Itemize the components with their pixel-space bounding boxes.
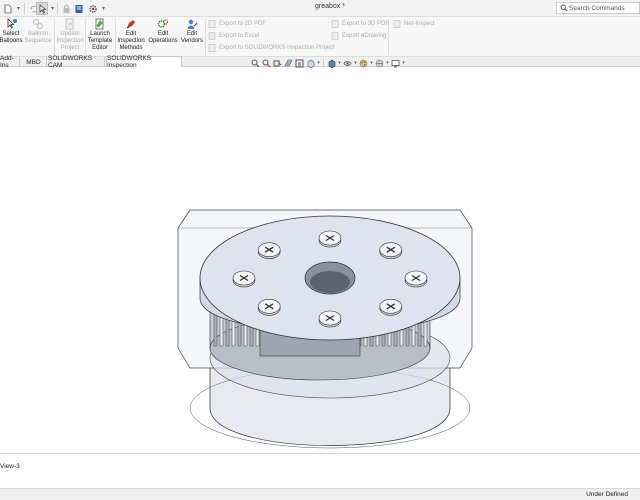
tab-add-ins[interactable]: Add-Ins (0, 55, 20, 69)
lock-icon[interactable] (59, 2, 73, 15)
toolbar-separator (57, 3, 58, 14)
select-tool-icon[interactable] (36, 2, 48, 15)
view-tab-view-3[interactable]: View-3 (0, 463, 20, 470)
toolbar-separator (24, 3, 25, 14)
new-dropdown-arrow[interactable]: ▾ (15, 2, 22, 15)
export-excel-label: Export to Excel (219, 33, 260, 39)
pdf-2d-icon (207, 20, 216, 28)
template-editor-icon (93, 18, 107, 30)
launch-template-editor-label: Launch Template Editor (87, 31, 113, 51)
excel-icon (207, 32, 216, 40)
export-inspection-project-button[interactable]: Export to SOLIDWORKS Inspection Project (207, 43, 335, 53)
screw-head (379, 298, 403, 316)
edit-operations-icon (156, 18, 170, 30)
inspection-project-icon (207, 44, 216, 52)
tab-solidworks-inspection[interactable]: SOLIDWORKS Inspection (106, 55, 182, 69)
screw-head (257, 298, 281, 316)
hide-show-items-icon[interactable] (342, 58, 353, 69)
export-excel-button[interactable]: Export to Excel (207, 31, 259, 41)
options-gear-icon[interactable] (86, 2, 100, 15)
gearbox-model[interactable] (170, 198, 480, 478)
edit-vendors-label: Edit Vendors (180, 31, 204, 44)
export-3d-pdf-button[interactable]: Export to 3D PDF (330, 19, 389, 29)
view-orientation-icon[interactable] (305, 58, 316, 69)
export-3d-pdf-label: Export to 3D PDF (342, 21, 390, 27)
dynamic-annotation-icon[interactable] (294, 58, 305, 69)
export-2d-pdf-label: Export to 2D PDF (219, 21, 267, 27)
balloon-sequence-button[interactable]: Balloon Sequence (24, 17, 52, 56)
document-title: greabox * (315, 3, 345, 10)
update-inspection-project-label: Update Inspection Project (56, 31, 84, 51)
options-dropdown-arrow[interactable]: ▾ (100, 2, 107, 15)
net-inspect-button[interactable]: Net-Inspect (392, 19, 435, 29)
select-balloons-button[interactable]: Select Balloons (0, 17, 23, 56)
ribbon-separator (54, 19, 55, 55)
zoom-to-fit-icon[interactable] (250, 58, 261, 69)
select-balloons-label: Select Balloons (0, 31, 23, 44)
pdf-3d-icon (330, 20, 339, 28)
export-edrawing-label: Export eDrawing (342, 33, 387, 39)
graphics-area[interactable] (0, 68, 640, 453)
edit-inspection-methods-button[interactable]: Edit Inspection Methods (116, 17, 146, 56)
edit-vendors-icon (185, 18, 199, 30)
balloon-sequence-label: Balloon Sequence (24, 31, 52, 44)
view-orientation-dropdown-arrow[interactable]: ▾ (316, 60, 321, 66)
tab-solidworks-cam[interactable]: SOLIDWORKS CAM (48, 55, 105, 69)
view-tabs-bar: View-3 (0, 453, 640, 489)
search-icon (560, 4, 568, 14)
select-dropdown-arrow[interactable]: ▾ (49, 2, 56, 15)
file-properties-icon[interactable] (72, 2, 86, 15)
title-bar: ▾ ▾ ▾ ▾ greabox * Search Commands (0, 0, 640, 17)
section-view-icon[interactable] (283, 58, 294, 69)
export-2d-pdf-button[interactable]: Export to 2D PDF (207, 19, 266, 29)
screw-head (232, 270, 256, 288)
search-commands-input[interactable]: Search Commands (556, 2, 640, 14)
export-edrawing-button[interactable]: Export eDrawing (330, 31, 386, 41)
screw-head (318, 310, 342, 328)
screw-head (257, 242, 281, 260)
command-manager-ribbon: Select Balloons Balloon Sequence Update … (0, 17, 640, 56)
status-text: Under Defined (586, 491, 628, 498)
net-inspect-icon (392, 20, 401, 28)
export-inspection-project-label: Export to SOLIDWORKS Inspection Project (219, 45, 335, 51)
select-balloons-icon (4, 18, 18, 30)
edit-methods-icon (124, 18, 138, 30)
edit-operations-button[interactable]: Edit Operations (147, 17, 179, 56)
zoom-to-area-icon[interactable] (261, 58, 272, 69)
launch-template-editor-button[interactable]: Launch Template Editor (86, 17, 114, 56)
apply-scene-icon[interactable] (374, 58, 385, 69)
new-document-icon[interactable] (1, 2, 15, 15)
view-settings-icon[interactable] (390, 58, 401, 69)
previous-view-icon[interactable] (272, 58, 283, 69)
view-settings-dropdown-arrow[interactable]: ▾ (401, 60, 406, 66)
edit-appearance-icon[interactable] (358, 58, 369, 69)
edit-inspection-methods-label: Edit Inspection Methods (117, 31, 145, 51)
search-placeholder: Search Commands (569, 4, 625, 12)
screw-head (318, 230, 342, 248)
toolbar-separator (323, 58, 324, 68)
screw-head (379, 242, 403, 260)
edrawing-icon (330, 32, 339, 40)
ribbon-separator (388, 19, 389, 55)
net-inspect-label: Net-Inspect (404, 21, 435, 27)
display-style-icon[interactable] (326, 58, 337, 69)
balloon-sequence-icon (31, 18, 45, 30)
edit-operations-label: Edit Operations (148, 31, 178, 44)
edit-vendors-button[interactable]: Edit Vendors (180, 17, 204, 56)
update-inspection-project-button[interactable]: Update Inspection Project (56, 17, 84, 56)
ribbon-separator (205, 19, 206, 55)
tab-mbd[interactable]: MBD (21, 57, 47, 67)
update-project-icon (63, 18, 77, 30)
status-bar: Under Defined (0, 489, 640, 500)
screw-head (404, 270, 428, 288)
